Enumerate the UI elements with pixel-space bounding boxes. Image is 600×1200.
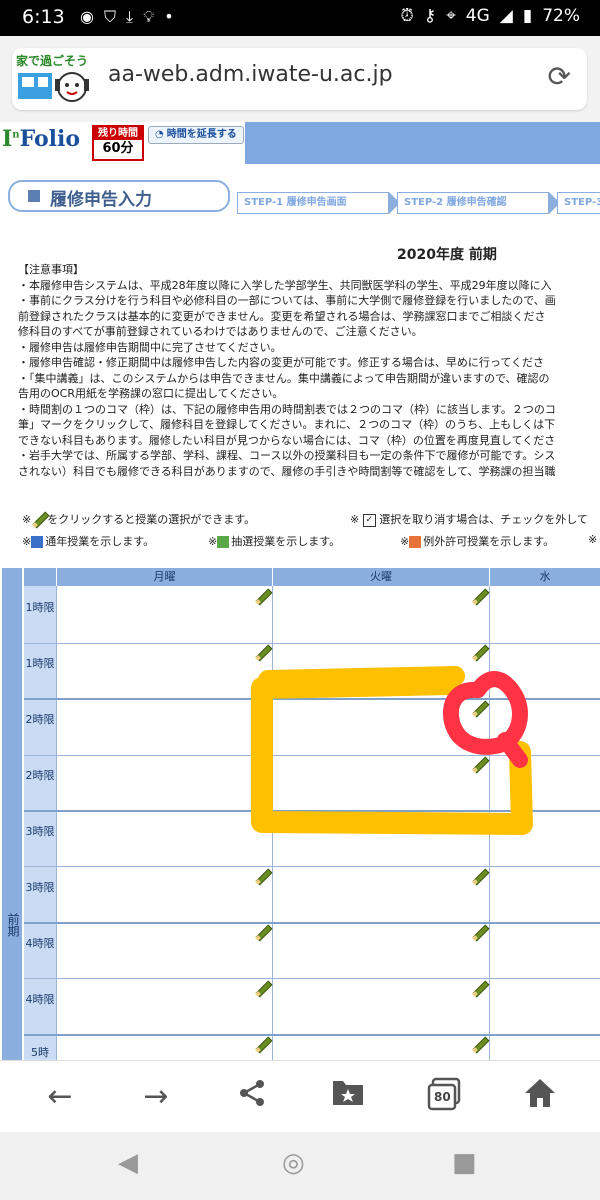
legend-tsunen: ※ 通年授業を示します。 [22,535,155,548]
period-label: 2時限 [25,769,55,782]
legend-reigai: ※ 例外許可授業を示します。 [400,535,555,548]
timetable: 前期 月曜 火曜 水 1時限 1時限 2時限 2時限 3時限 3時限 4時限 4… [0,568,600,1060]
line-icon: ◉ [80,7,94,26]
edit-course-button[interactable] [471,981,487,997]
remaining-time-box: 残り時間 60分 [92,125,144,161]
reigai-badge-icon [409,536,422,548]
url-text[interactable]: aa-web.adm.iwate-u.ac.jp [108,62,393,87]
notices: 【注意事項】 ・本履修申告システムは、平成28年度以降に入学した学部学生、共同獣… [18,263,556,478]
site-logo[interactable]: 家で過ごそう [16,52,98,106]
timer-icon: ◔ [155,129,164,140]
semester-label: 前期 [6,913,20,937]
system-recents-icon[interactable]: ■ [452,1148,477,1178]
day-header-tue: 火曜 [273,568,489,586]
period-label: 5時 [31,1046,49,1059]
legend-uncheck: ※ ✓ 選択を取り消す場合は、チェックを外して [350,513,588,527]
legend-mark-extra: ※ [588,533,598,546]
extend-time-button[interactable]: ◔ 時間を延長する [148,126,244,144]
step-2: STEP-2 履修申告確認 [397,192,560,214]
signal-icon: ◢ [499,6,513,26]
edit-course-button[interactable] [254,589,270,605]
term-title: 2020年度 前期 [397,247,497,263]
period-label: 3時限 [25,881,55,894]
tab-count: 80 [434,1090,451,1104]
status-bar: 6:13 ◉ ⛉ ⤓ 💡︎ • ⏰︎ ⚷ ⌖ 4G ◢ ▮ 72% [0,0,600,36]
system-back-icon[interactable]: ◀ [118,1148,138,1178]
edit-course-button[interactable] [471,645,487,661]
page-title-box: 履修申告入力 [8,180,230,212]
site-header: InFolio 残り時間 60分 ◔ 時間を延長する [0,122,600,164]
tabs-icon[interactable]: 80 [424,1077,464,1117]
browser-bottom-bar: ← → 80 [0,1060,600,1133]
edit-course-button[interactable] [254,981,270,997]
tsunen-badge-icon [31,536,44,548]
edit-course-button[interactable] [254,645,270,661]
square-bullet-icon [28,190,40,202]
back-arrow-icon[interactable]: ← [40,1077,80,1117]
browser-toolbar: 家で過ごそう aa-web.adm.iwate-u.ac.jp ⟳ [0,36,600,122]
edit-course-button[interactable] [254,925,270,941]
edit-course-button[interactable] [471,589,487,605]
day-header-wed: 水 [490,568,600,586]
page-title: 履修申告入力 [50,190,152,210]
day-header-mon: 月曜 [57,568,272,586]
dot-icon: • [164,7,174,26]
key-icon: ⚷ [423,6,437,26]
edit-course-button[interactable] [471,869,487,885]
remaining-time-value: 60分 [102,141,134,156]
location-icon: ⌖ [446,6,456,26]
system-home-icon[interactable]: ◎ [282,1148,305,1178]
download-icon: ⤓ [125,7,134,26]
step-1: STEP-1 履修申告画面 [237,192,400,214]
battery-icon: ▮ [522,6,533,26]
bookmarks-icon[interactable] [328,1077,368,1117]
battery-level: 72% [542,6,580,26]
pencil-icon [31,512,47,528]
edit-course-button[interactable] [471,1037,487,1053]
reload-icon[interactable]: ⟳ [548,60,571,93]
semester-label-column: 前期 [2,568,22,1060]
checkbox-icon: ✓ [362,513,376,527]
period-label: 1時限 [25,657,55,670]
period-label: 1時限 [25,601,55,614]
edit-course-button[interactable] [471,925,487,941]
folio-logo: InFolio [2,126,81,152]
edit-course-button[interactable] [254,1037,270,1053]
period-label: 4時限 [25,937,55,950]
alarm-icon: ⏰︎ [400,6,414,26]
period-label: 2時限 [25,713,55,726]
house-mascot-icon [18,72,89,102]
forward-arrow-icon[interactable]: → [136,1077,176,1117]
period-label: 3時限 [25,825,55,838]
share-icon[interactable] [232,1077,272,1117]
network-indicator: 4G [465,6,490,26]
bulb-icon: 💡︎ [143,7,155,26]
period-label: 4時限 [25,993,55,1006]
legend-pencil: ※ をクリックすると授業の選択ができます。 [22,512,256,528]
address-bar[interactable]: 家で過ごそう aa-web.adm.iwate-u.ac.jp ⟳ [12,48,587,110]
system-nav-bar: ◀ ◎ ■ [0,1132,600,1200]
edit-course-button[interactable] [254,869,270,885]
shield-icon: ⛉ [103,7,116,26]
home-icon[interactable] [520,1077,560,1117]
status-time: 6:13 [22,6,65,28]
legend-chusen: ※ 抽選授業を示します。 [208,535,341,548]
edit-course-button[interactable] [471,701,487,717]
chusen-badge-icon [217,536,230,548]
step-3: STEP-3 [557,192,600,214]
edit-course-button[interactable] [471,757,487,773]
